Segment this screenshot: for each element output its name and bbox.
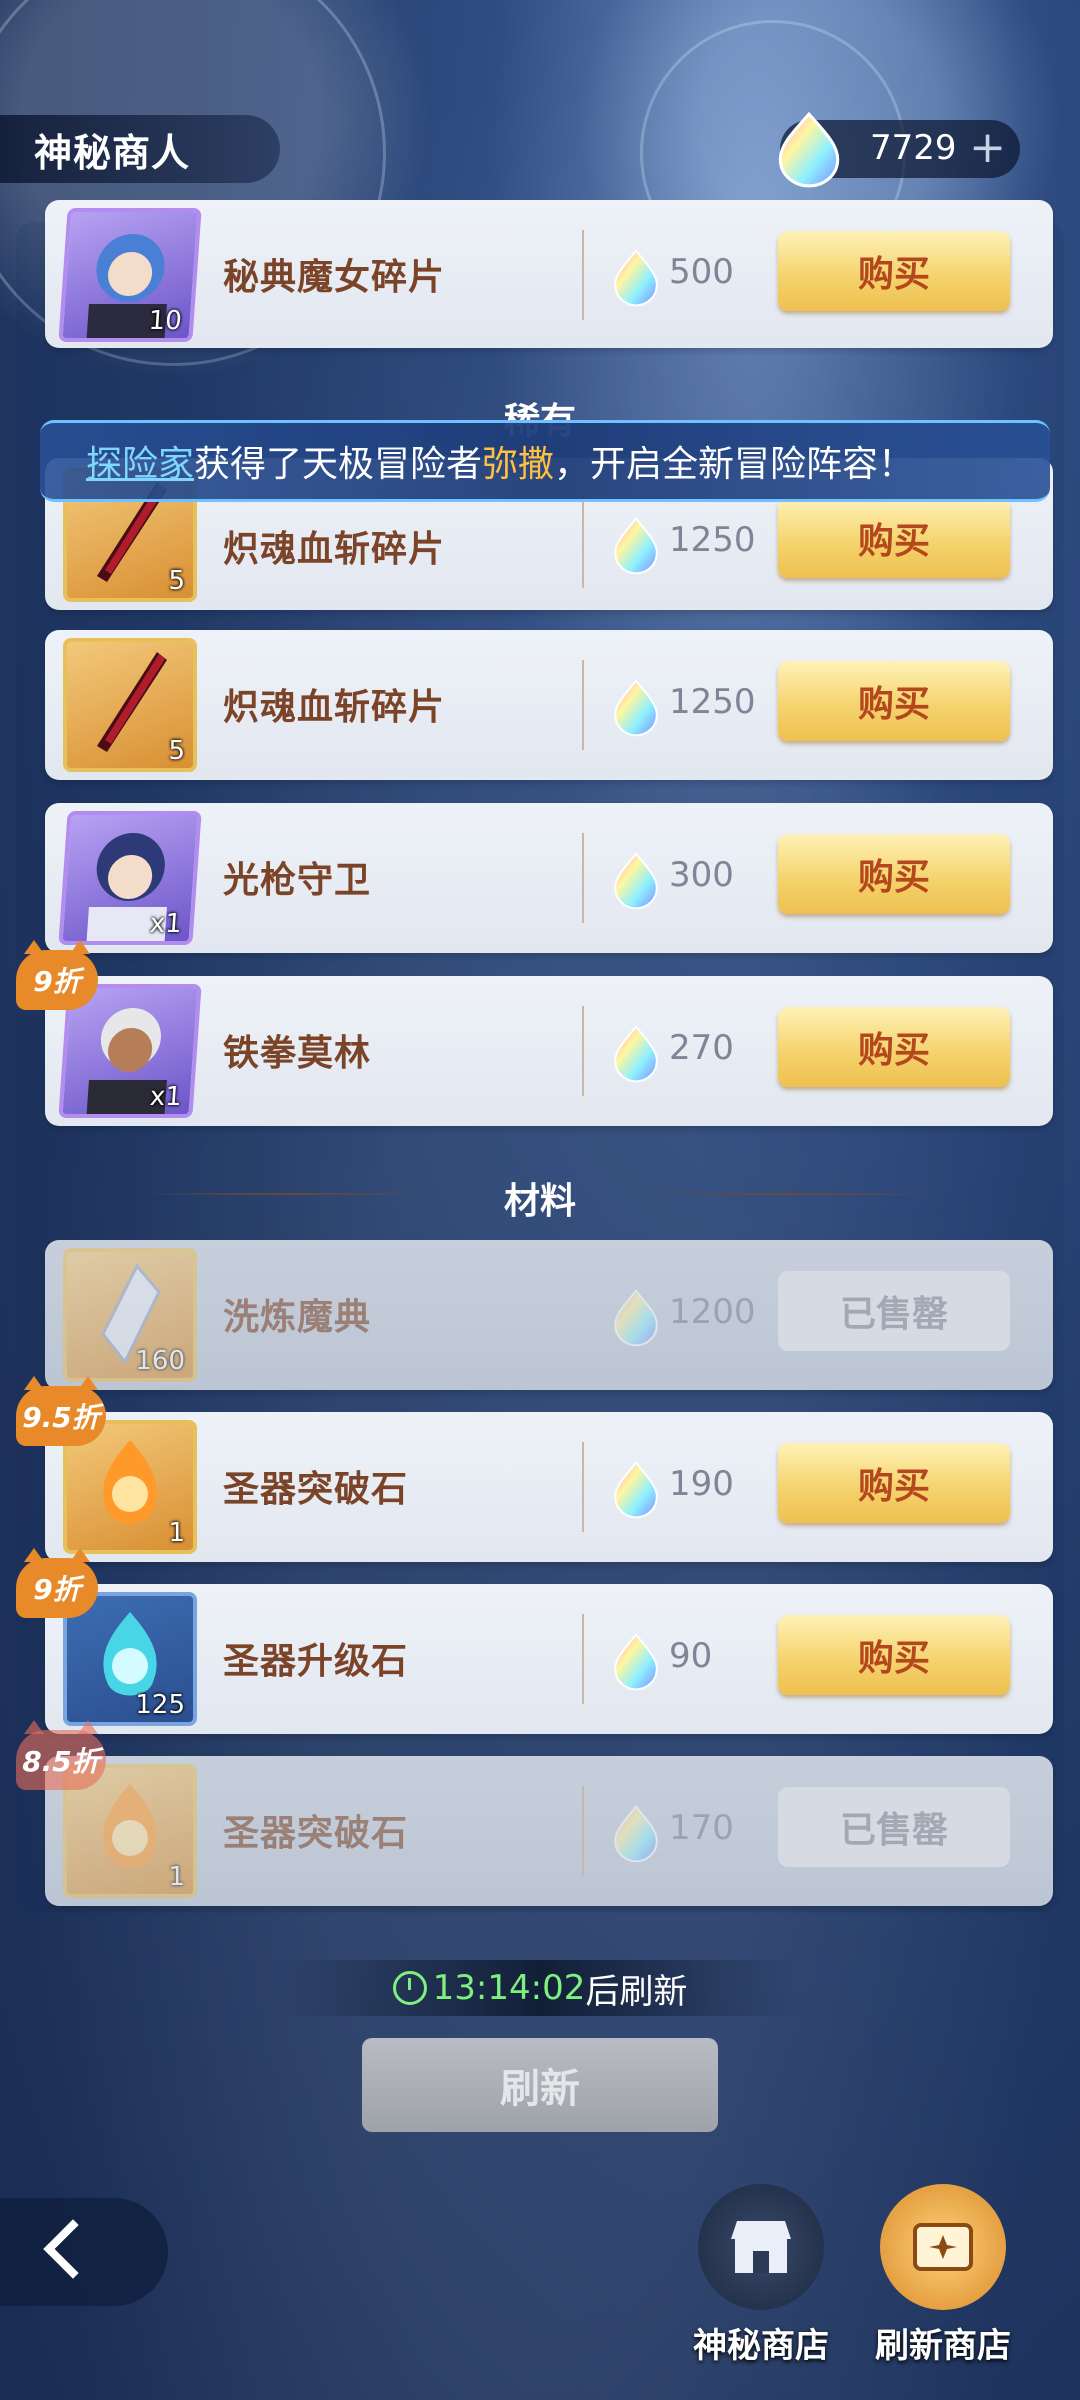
nav-refresh-shop[interactable]: 刷新商店: [868, 2184, 1018, 2367]
item-portrait: 5: [63, 638, 197, 772]
item-portrait: x1: [58, 811, 202, 945]
alarm-clock-icon: [392, 1971, 427, 2005]
diamond-gem-icon: [614, 1025, 658, 1083]
item-price: 90: [669, 1636, 713, 1676]
item-name: 炽魂血斩碎片: [223, 529, 446, 570]
discount-badge: 8.5折: [16, 1720, 106, 1790]
item-price: 270: [669, 1028, 734, 1068]
discount-label: 9折: [33, 1573, 81, 1606]
shop-title-bar: 神秘商人: [0, 115, 280, 183]
nav-label: 神秘商店: [693, 2326, 829, 2366]
diamond-gem-icon: [614, 679, 658, 737]
shop-item-row: 1 圣器突破石 190 购买: [45, 1412, 1053, 1562]
item-price: 1200: [669, 1292, 756, 1332]
divider: [582, 1786, 584, 1876]
item-price: 170: [669, 1808, 734, 1848]
section-title-materials: 材料: [503, 1181, 576, 1222]
discount-label: 9.5折: [22, 1401, 100, 1434]
banner-text-end: ，开启全新冒险阵容！: [554, 444, 915, 485]
item-name: 炽魂血斩碎片: [223, 687, 446, 728]
diamond-gem-icon: [614, 1633, 658, 1691]
buy-button[interactable]: 购买: [778, 231, 1010, 311]
shop-item-row: 125 圣器升级石 90 购买: [45, 1584, 1053, 1734]
refresh-timer: 13:14:02 后刷新: [280, 1960, 800, 2016]
item-quantity: 1: [168, 1518, 185, 1548]
divider: [582, 1442, 584, 1532]
diamond-gem-icon: [614, 249, 658, 307]
item-name: 铁拳莫林: [223, 1033, 372, 1074]
buy-button[interactable]: 购买: [778, 498, 1010, 578]
refresh-shop-icon: [880, 2184, 1006, 2310]
divider: [582, 1006, 584, 1096]
buy-button[interactable]: 购买: [778, 1443, 1010, 1523]
item-name: 秘典魔女碎片: [223, 257, 446, 298]
nav-label: 刷新商店: [875, 2326, 1011, 2366]
buy-button[interactable]: 购买: [778, 834, 1010, 914]
shop-item-row: 5 炽魂血斩碎片 1250 购买: [45, 630, 1053, 780]
chevron-left-icon: [43, 2219, 103, 2279]
item-name: 圣器升级石: [223, 1641, 409, 1682]
diamond-gem-icon: [614, 1461, 658, 1519]
item-quantity: 5: [168, 736, 185, 766]
item-price: 1250: [669, 682, 756, 722]
divider: [582, 1614, 584, 1704]
divider: [582, 660, 584, 750]
item-name: 光枪守卫: [223, 860, 372, 901]
item-price: 190: [669, 1464, 734, 1504]
item-price: 500: [669, 252, 734, 292]
item-portrait: 10: [58, 208, 202, 342]
item-quantity: 1: [168, 1862, 185, 1892]
banner-text: 获得了天极冒险者: [194, 444, 483, 485]
divider: [582, 230, 584, 320]
shop-item-row: x1 铁拳莫林 270 购买: [45, 976, 1053, 1126]
sold-out-button: 已售罄: [778, 1271, 1010, 1351]
shop-icon: [698, 2184, 824, 2310]
timer-value: 13:14:02: [432, 1968, 586, 2008]
announcement-banner: 探险家 获得了天极冒险者 弥撒 ，开启全新冒险阵容！: [40, 420, 1050, 502]
item-name: 圣器突破石: [223, 1813, 409, 1854]
diamond-gem-icon: [614, 1805, 658, 1863]
shop-item-row: 10 秘典魔女碎片 500 购买: [45, 200, 1053, 348]
banner-player-link[interactable]: 探险家: [86, 435, 194, 487]
item-portrait: 160: [63, 1248, 197, 1382]
shop-item-row: x1 光枪守卫 300 购买: [45, 803, 1053, 953]
shop-item-row: 160 洗炼魔典 1200 已售罄: [45, 1240, 1053, 1390]
item-quantity: 125: [135, 1690, 185, 1720]
add-currency-button[interactable]: +: [969, 122, 1006, 174]
diamond-gem-icon: [614, 852, 658, 910]
discount-badge: 9折: [16, 1548, 98, 1618]
item-name: 圣器突破石: [223, 1469, 409, 1510]
discount-badge: 9折: [16, 940, 98, 1010]
buy-button[interactable]: 购买: [778, 1007, 1010, 1087]
item-quantity: 160: [135, 1346, 185, 1376]
item-price: 300: [669, 855, 734, 895]
timer-suffix: 后刷新: [585, 1971, 688, 2012]
banner-hero-name: 弥撒: [482, 444, 555, 485]
back-button[interactable]: [0, 2198, 168, 2306]
diamond-gem-icon: [778, 111, 840, 188]
discount-label: 9折: [33, 965, 81, 998]
sold-out-button: 已售罄: [778, 1787, 1010, 1867]
discount-badge: 9.5折: [16, 1376, 106, 1446]
item-quantity: 10: [147, 306, 183, 336]
currency-amount: 7729: [870, 128, 957, 168]
diamond-gem-icon: [614, 517, 658, 575]
buy-button[interactable]: 购买: [778, 1615, 1010, 1695]
item-price: 1250: [669, 520, 756, 560]
discount-label: 8.5折: [22, 1745, 100, 1778]
nav-mystery-shop[interactable]: 神秘商店: [686, 2184, 836, 2367]
page-title: 神秘商人: [34, 130, 191, 175]
divider: [582, 833, 584, 923]
buy-button[interactable]: 购买: [778, 661, 1010, 741]
item-quantity: 5: [168, 566, 185, 596]
divider: [582, 498, 584, 588]
item-quantity: x1: [148, 909, 183, 939]
item-quantity: x1: [148, 1082, 183, 1112]
shop-item-row: 1 圣器突破石 170 已售罄: [45, 1756, 1053, 1906]
refresh-button[interactable]: 刷新: [362, 2038, 718, 2132]
item-name: 洗炼魔典: [223, 1297, 372, 1338]
diamond-gem-icon: [614, 1289, 658, 1347]
